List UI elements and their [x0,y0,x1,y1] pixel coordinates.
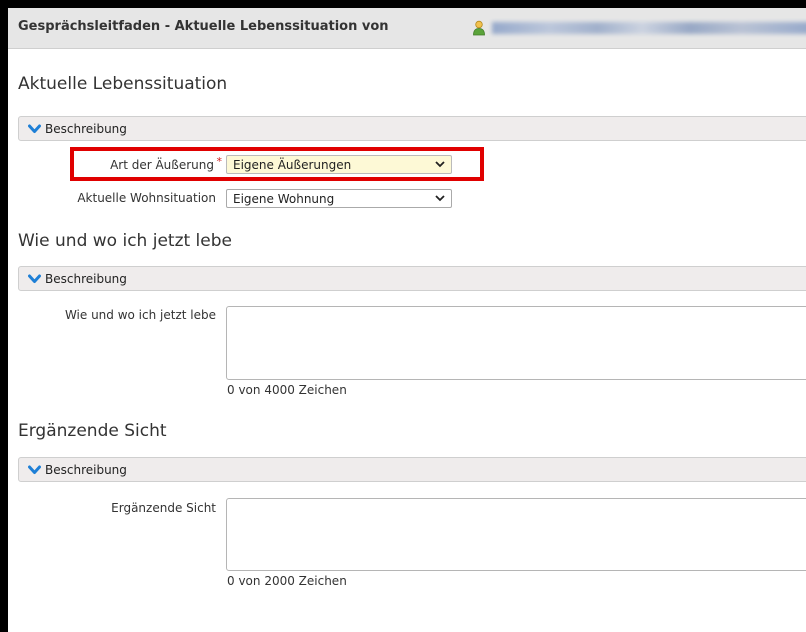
wie-und-wo-label: Wie und wo ich jetzt lebe [64,308,216,322]
highlight-annotation [70,147,484,181]
section-heading-wie-und-wo: Wie und wo ich jetzt lebe [18,231,232,251]
wie-und-wo-textarea[interactable] [226,306,806,380]
section-heading-ergaenzende-sicht: Ergänzende Sicht [18,421,167,441]
beschreibung-toggle-1[interactable]: Beschreibung [18,116,806,141]
redacted-person-name [492,22,806,34]
user-icon [473,20,485,36]
ergaenzende-sicht-label: Ergänzende Sicht [111,501,216,515]
aktuelle-wohnsituation-label: Aktuelle Wohnsituation [77,191,216,205]
ergaenzende-sicht-textarea[interactable] [226,498,806,571]
beschreibung-label: Beschreibung [45,272,127,286]
aktuelle-wohnsituation-select[interactable]: Eigene Wohnung [226,189,452,208]
chevron-down-icon [28,124,41,133]
char-counter: 0 von 2000 Zeichen [227,574,347,588]
char-counter: 0 von 4000 Zeichen [227,383,347,397]
beschreibung-toggle-2[interactable]: Beschreibung [18,266,806,291]
beschreibung-toggle-3[interactable]: Beschreibung [18,457,806,482]
beschreibung-label: Beschreibung [45,122,127,136]
chevron-down-icon [28,274,41,283]
dialog-window: Gesprächsleitfaden - Aktuelle Lebenssitu… [8,8,806,632]
beschreibung-label: Beschreibung [45,463,127,477]
window-title: Gesprächsleitfaden - Aktuelle Lebenssitu… [18,19,389,34]
section-heading-aktuelle-lebenssituation: Aktuelle Lebenssituation [18,74,228,94]
dropdown-arrow-icon [435,195,445,202]
chevron-down-icon [28,465,41,474]
title-bar: Gesprächsleitfaden - Aktuelle Lebenssitu… [8,8,806,49]
